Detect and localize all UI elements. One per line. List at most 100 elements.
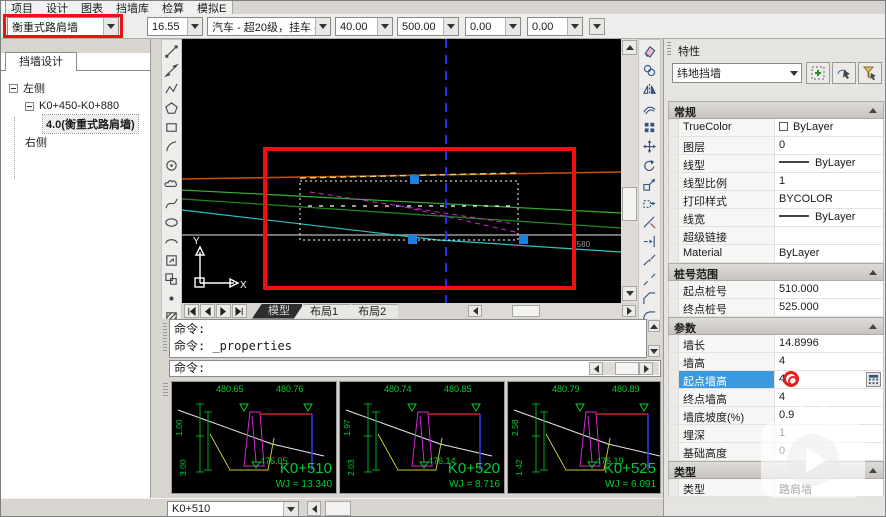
command-window-grip[interactable] (163, 323, 167, 353)
palette-grip[interactable] (667, 42, 671, 56)
collapse-icon[interactable] (9, 84, 18, 93)
section-preview-k0510[interactable]: 480.65 480.76 1.00 4.00 3.00 476.05 K0+5… (171, 381, 337, 494)
select-objects-button[interactable] (832, 62, 856, 84)
command-input[interactable]: 命令: (169, 360, 661, 377)
scroll-down-button[interactable] (648, 345, 660, 357)
arc-button[interactable] (163, 138, 180, 155)
section-preview-k0525[interactable]: 480.79 480.89 2.58 4.00 1.42 476.19 K0+5… (507, 381, 661, 494)
command-hscrollbar[interactable] (589, 362, 659, 375)
section-header-params[interactable]: 参数 (668, 317, 884, 335)
ellipse-button[interactable] (163, 214, 180, 231)
collapse-icon[interactable] (25, 102, 34, 111)
chamfer-button[interactable] (641, 290, 658, 307)
chevron-down-icon[interactable] (283, 502, 298, 516)
chevron-down-icon[interactable] (505, 18, 520, 35)
rectangle-button[interactable] (163, 119, 180, 136)
break-button[interactable] (641, 271, 658, 288)
preview-strip-grip[interactable] (163, 383, 168, 397)
tree-item-wall[interactable]: 4.0(衡重式路肩墙) (1, 115, 150, 133)
first-tab-button[interactable] (184, 304, 199, 318)
collapse-arrow-icon[interactable] (869, 270, 877, 275)
scroll-right-button[interactable] (622, 305, 636, 317)
toolbar-grip[interactable] (3, 1, 6, 14)
extend-button[interactable] (641, 233, 658, 250)
chevron-down-icon[interactable] (315, 18, 330, 35)
tab-wall-design[interactable]: 挡墙设计 (5, 52, 77, 71)
line-button[interactable] (163, 43, 180, 60)
stretch-button[interactable] (641, 195, 658, 212)
toggle-pickadd-button[interactable] (806, 62, 830, 84)
tree-item-right-side[interactable]: 右侧 (1, 133, 150, 151)
offset-button[interactable] (641, 100, 658, 117)
move-button[interactable] (641, 138, 658, 155)
param2-combo[interactable]: 500.00 (397, 17, 459, 36)
make-block-button[interactable] (163, 271, 180, 288)
next-tab-button[interactable] (216, 304, 231, 318)
erase-button[interactable] (641, 43, 658, 60)
section-header-general[interactable]: 常规 (668, 101, 884, 119)
param1-combo[interactable]: 40.00 (335, 17, 393, 36)
station-combo[interactable]: K0+510 (167, 501, 299, 517)
tab-layout2[interactable]: 布局2 (342, 304, 398, 319)
quick-select-button[interactable] (858, 62, 882, 84)
mirror-button[interactable] (641, 81, 658, 98)
collapse-arrow-icon[interactable] (869, 108, 877, 113)
chevron-down-icon[interactable] (786, 64, 801, 82)
command-history[interactable]: 命令: 命令: _properties (169, 319, 647, 358)
tab-model[interactable]: 模型 (252, 304, 302, 319)
menu-design[interactable]: 设计 (46, 1, 68, 14)
collapse-arrow-icon[interactable] (869, 324, 877, 329)
construction-line-button[interactable] (163, 62, 180, 79)
last-tab-button[interactable] (232, 304, 247, 318)
menu-simulate[interactable]: 模拟E (197, 1, 226, 14)
collapse-arrow-icon[interactable] (869, 468, 877, 473)
load-grade-combo[interactable]: 汽车 - 超20级，挂车 - 1 (207, 17, 331, 36)
scroll-up-button[interactable] (622, 40, 637, 55)
status-hscrollbar[interactable] (307, 501, 351, 516)
menu-wall-library[interactable]: 挡墙库 (116, 1, 149, 14)
tree-item-station-range[interactable]: K0+450-K0+880 (1, 97, 150, 115)
object-type-combo[interactable]: 纬地挡墙 (672, 63, 802, 83)
scale-button[interactable] (641, 176, 658, 193)
point-button[interactable] (163, 290, 180, 307)
section-header-station-range[interactable]: 桩号范围 (668, 263, 884, 281)
insert-block-button[interactable] (163, 252, 180, 269)
prev-tab-button[interactable] (200, 304, 215, 318)
canvas-hscrollbar[interactable] (468, 304, 636, 318)
video-play-overlay[interactable] (761, 403, 865, 498)
scroll-left-button[interactable] (468, 305, 482, 317)
scroll-up-button[interactable] (648, 320, 660, 332)
spline-button[interactable] (163, 195, 180, 212)
circle-button[interactable] (163, 157, 180, 174)
param4-combo[interactable]: 0.00 (527, 17, 583, 36)
menu-project[interactable]: 项目 (11, 1, 33, 14)
rotate-button[interactable] (641, 157, 658, 174)
copy-button[interactable] (641, 62, 658, 79)
polygon-button[interactable] (163, 100, 180, 117)
canvas-vscrollbar[interactable] (621, 39, 638, 303)
chevron-down-icon[interactable] (187, 18, 202, 35)
quick-calc-button[interactable] (866, 372, 881, 387)
chevron-down-icon[interactable] (589, 18, 605, 35)
menu-check[interactable]: 检算 (162, 1, 184, 14)
section-preview-k0520[interactable]: 480.74 480.85 1.97 4.00 2.03 476.14 K0+5… (339, 381, 505, 494)
array-button[interactable] (641, 119, 658, 136)
wall-height-combo[interactable]: 16.55 (147, 17, 203, 36)
chevron-down-icon[interactable] (443, 18, 458, 35)
chevron-down-icon[interactable] (567, 18, 582, 35)
break-at-point-button[interactable] (641, 252, 658, 269)
scroll-left-button[interactable] (589, 362, 603, 375)
menu-charts[interactable]: 图表 (81, 1, 103, 14)
polyline-button[interactable] (163, 81, 180, 98)
revision-cloud-button[interactable] (163, 176, 180, 193)
scroll-down-button[interactable] (622, 286, 637, 301)
trim-button[interactable] (641, 214, 658, 231)
ellipse-arc-button[interactable] (163, 233, 180, 250)
param3-combo[interactable]: 0.00 (465, 17, 521, 36)
scroll-thumb[interactable] (512, 305, 540, 317)
scroll-thumb[interactable] (622, 187, 637, 221)
scroll-left-button[interactable] (307, 501, 321, 516)
tab-layout1[interactable]: 布局1 (294, 304, 350, 319)
tree-item-left-side[interactable]: 左侧 (1, 79, 150, 97)
scroll-thumb[interactable] (325, 501, 351, 516)
